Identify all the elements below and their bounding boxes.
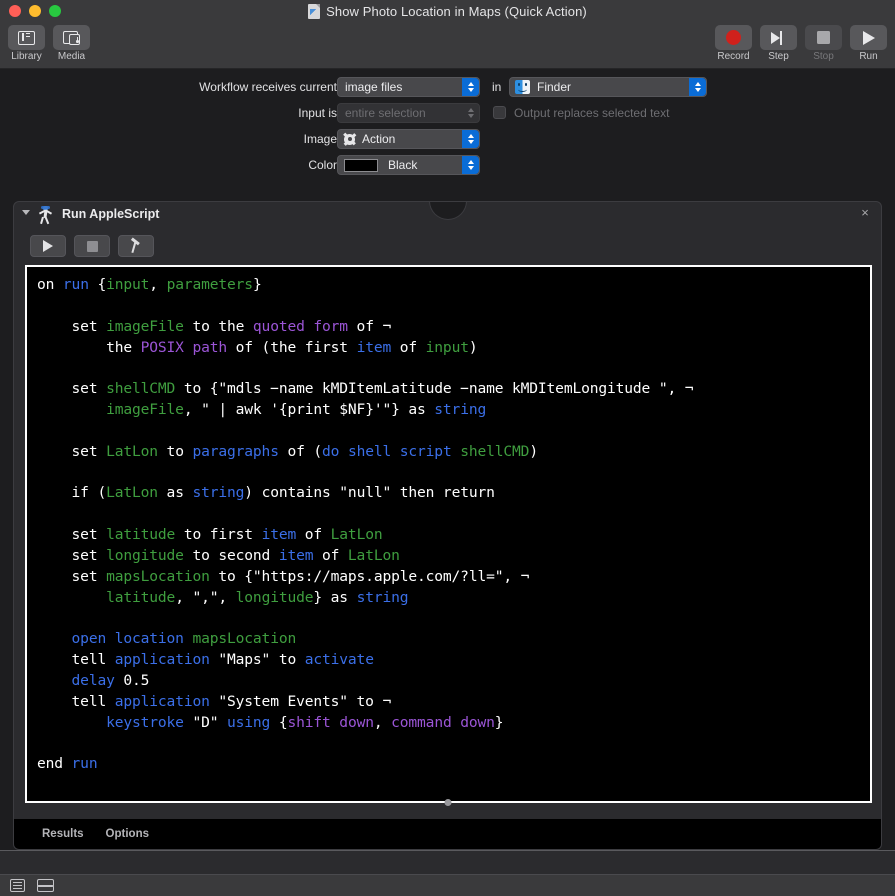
- applescript-runner-icon: [37, 206, 54, 225]
- toolbar-button-library[interactable]: Library: [8, 25, 45, 62]
- close-window-button[interactable]: [9, 5, 21, 17]
- label-image: Image: [303, 132, 337, 146]
- action-card-run-applescript: Run AppleScript × on run {input, paramet…: [13, 201, 882, 850]
- record-icon: [726, 30, 741, 45]
- image-value: Action: [362, 132, 396, 146]
- toolbar-label-run: Run: [859, 51, 878, 62]
- label-input-is: Input is: [298, 106, 337, 120]
- play-icon: [43, 240, 53, 252]
- toolbar-button-step[interactable]: Step: [760, 25, 797, 62]
- minimize-window-button[interactable]: [29, 5, 41, 17]
- image-popup[interactable]: Action: [337, 129, 480, 149]
- toolbar-label-library: Library: [11, 51, 42, 62]
- script-editor-frame: on run {input, parameters} set imageFile…: [25, 265, 872, 803]
- toolbar-label-media: Media: [57, 51, 86, 62]
- action-footer: Results Options: [14, 819, 881, 849]
- toolbar-right-group: Record Step Stop Run: [715, 25, 887, 62]
- list-view-icon[interactable]: [10, 879, 25, 892]
- gear-icon: [344, 133, 355, 145]
- workflow-document-icon: [308, 3, 321, 19]
- label-color: Color: [308, 158, 337, 172]
- main-toolbar: Library Media Record Step Stop Run: [0, 22, 895, 69]
- media-icon: [63, 30, 80, 45]
- title-bar: Show Photo Location in Maps (Quick Actio…: [0, 0, 895, 22]
- window-title: Show Photo Location in Maps (Quick Actio…: [326, 3, 587, 19]
- run-script-button[interactable]: [30, 235, 66, 257]
- toolbar-label-stop: Stop: [813, 51, 834, 62]
- input-is-value: entire selection: [345, 106, 426, 120]
- script-controls: [30, 235, 154, 257]
- library-icon: [18, 30, 35, 45]
- step-icon: [770, 30, 787, 45]
- toolbar-button-stop: Stop: [805, 25, 842, 62]
- automator-window: Show Photo Location in Maps (Quick Actio…: [0, 0, 895, 896]
- log-pane: [0, 850, 895, 874]
- stop-icon: [817, 31, 830, 44]
- chevron-updown-icon: [462, 130, 479, 148]
- status-bar: [0, 874, 895, 896]
- label-output-replaces: Output replaces selected text: [514, 106, 670, 120]
- workflow-app-value: Finder: [537, 80, 572, 94]
- action-title: Run AppleScript: [62, 207, 160, 221]
- color-value: Black: [388, 158, 418, 172]
- color-swatch: [344, 158, 378, 172]
- log-view-icon[interactable]: [37, 879, 54, 892]
- window-controls: [9, 5, 61, 17]
- stop-icon: [86, 240, 98, 252]
- workflow-receives-popup[interactable]: image files: [337, 77, 480, 97]
- workflow-app-popup[interactable]: Finder: [509, 77, 707, 97]
- script-editor[interactable]: on run {input, parameters} set imageFile…: [27, 267, 870, 801]
- action-tab-options[interactable]: Options: [106, 828, 149, 840]
- toolbar-left-group: Library Media: [8, 25, 90, 62]
- chevron-updown-icon: [462, 156, 479, 174]
- toolbar-label-step: Step: [768, 51, 789, 62]
- maximize-window-button[interactable]: [49, 5, 61, 17]
- title-bar-center: Show Photo Location in Maps (Quick Actio…: [0, 0, 895, 22]
- workflow-settings-panel: Workflow receives current image files in…: [0, 69, 895, 190]
- stop-script-button[interactable]: [74, 235, 110, 257]
- applescript-source[interactable]: on run {input, parameters} set imageFile…: [37, 275, 870, 775]
- input-is-popup: entire selection: [337, 103, 480, 123]
- toolbar-button-record[interactable]: Record: [715, 25, 752, 62]
- toolbar-button-run[interactable]: Run: [850, 25, 887, 62]
- chevron-down-icon[interactable]: [22, 210, 30, 215]
- chevron-updown-icon: [462, 104, 479, 122]
- run-icon: [862, 30, 875, 45]
- chevron-updown-icon: [462, 78, 479, 96]
- resize-handle[interactable]: [444, 799, 451, 806]
- chevron-updown-icon: [689, 78, 706, 96]
- color-popup[interactable]: Black: [337, 155, 480, 175]
- label-in: in: [492, 80, 502, 94]
- action-tab-results[interactable]: Results: [42, 828, 84, 840]
- compile-script-button[interactable]: [118, 235, 154, 257]
- finder-icon: [515, 80, 530, 94]
- toolbar-label-record: Record: [717, 51, 750, 62]
- toolbar-button-media[interactable]: Media: [53, 25, 90, 62]
- hammer-icon: [129, 239, 144, 254]
- label-workflow-receives: Workflow receives current: [199, 80, 337, 94]
- output-replaces-checkbox[interactable]: [493, 106, 506, 119]
- workflow-receives-value: image files: [345, 80, 403, 94]
- close-icon[interactable]: ×: [858, 206, 872, 220]
